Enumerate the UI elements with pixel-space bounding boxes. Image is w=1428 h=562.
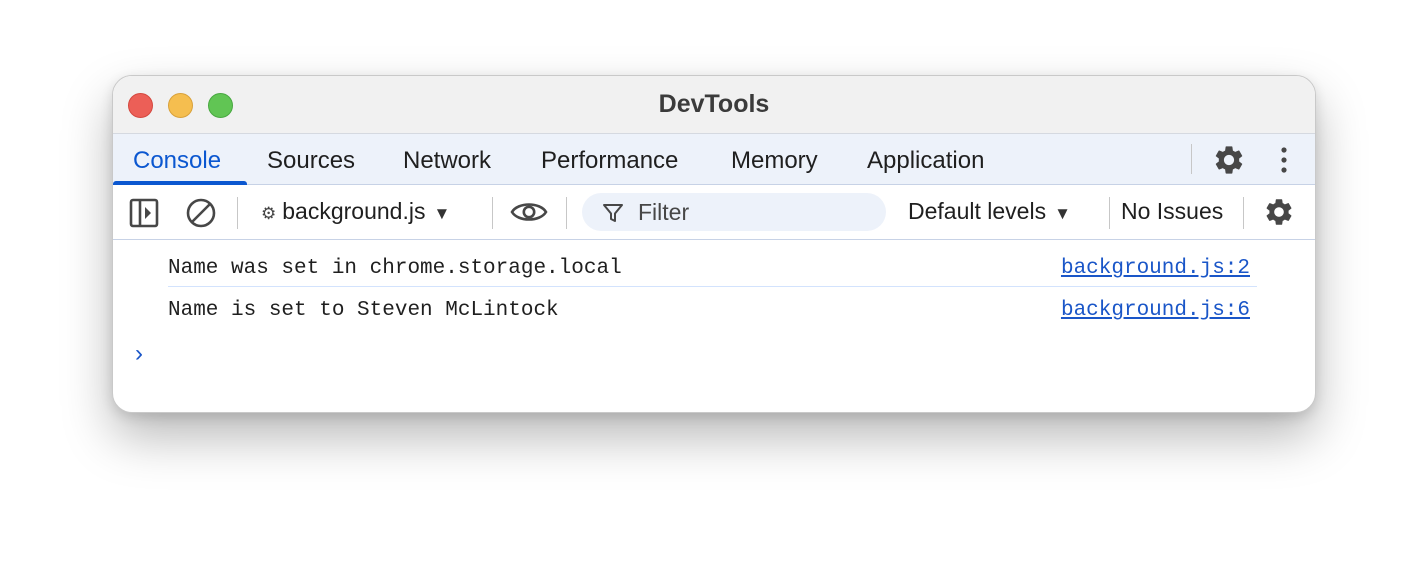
filter-funnel-icon xyxy=(603,204,623,222)
tab-memory[interactable]: Memory xyxy=(731,147,818,175)
tab-console[interactable]: Console xyxy=(133,147,221,175)
tab-sources[interactable]: Sources xyxy=(267,147,355,175)
log-levels-dropdown[interactable]: Default levels ▼ xyxy=(908,198,1071,225)
console-message-text: Name is set to Steven McLintock xyxy=(168,299,559,322)
toolbar-divider xyxy=(1109,197,1110,229)
tab-network[interactable]: Network xyxy=(403,147,491,175)
context-selector[interactable]: ⚙ background.js ▼ xyxy=(261,198,450,225)
tabbar-divider xyxy=(1191,144,1192,174)
tab-performance[interactable]: Performance xyxy=(541,147,678,175)
console-message: Name is set to Steven McLintock backgrou… xyxy=(168,288,1257,328)
issues-counter[interactable]: No Issues xyxy=(1121,198,1223,225)
toolbar-divider xyxy=(237,197,238,229)
console-output: Name was set in chrome.storage.local bac… xyxy=(113,240,1315,412)
context-gear-icon: ⚙ xyxy=(261,204,277,223)
tab-application[interactable]: Application xyxy=(867,147,984,175)
log-levels-label: Default levels xyxy=(908,198,1047,224)
levels-dropdown-arrow-icon: ▼ xyxy=(1054,204,1071,223)
panel-tab-bar: Console Sources Network Performance Memo… xyxy=(113,133,1315,185)
toolbar-divider xyxy=(1243,197,1244,229)
settings-gear-icon[interactable] xyxy=(1212,143,1246,177)
message-divider xyxy=(168,286,1257,287)
console-prompt-chevron-icon[interactable]: › xyxy=(135,340,143,368)
toolbar-divider xyxy=(566,197,567,229)
filter-input[interactable] xyxy=(638,193,868,231)
toolbar-divider xyxy=(492,197,493,229)
context-dropdown-arrow-icon: ▼ xyxy=(433,204,451,223)
more-options-kebab-icon[interactable] xyxy=(1273,144,1295,176)
window-title: DevTools xyxy=(658,90,770,118)
console-message: Name was set in chrome.storage.local bac… xyxy=(168,246,1257,286)
context-label: background.js xyxy=(282,198,426,224)
clear-console-icon[interactable] xyxy=(185,197,217,229)
devtools-window: DevTools Console Sources Network Perform… xyxy=(112,75,1316,413)
console-settings-gear-icon[interactable] xyxy=(1263,196,1295,228)
console-toolbar: ⚙ background.js ▼ Default levels ▼ No Issue… xyxy=(113,185,1315,240)
console-message-text: Name was set in chrome.storage.local xyxy=(168,257,622,280)
console-message-source-link[interactable]: background.js:2 xyxy=(1061,257,1250,280)
title-bar: DevTools xyxy=(113,76,1315,133)
filter-box xyxy=(582,193,886,231)
live-expression-eye-icon[interactable] xyxy=(510,199,548,225)
sidebar-toggle-icon[interactable] xyxy=(129,198,159,228)
console-message-source-link[interactable]: background.js:6 xyxy=(1061,299,1250,322)
